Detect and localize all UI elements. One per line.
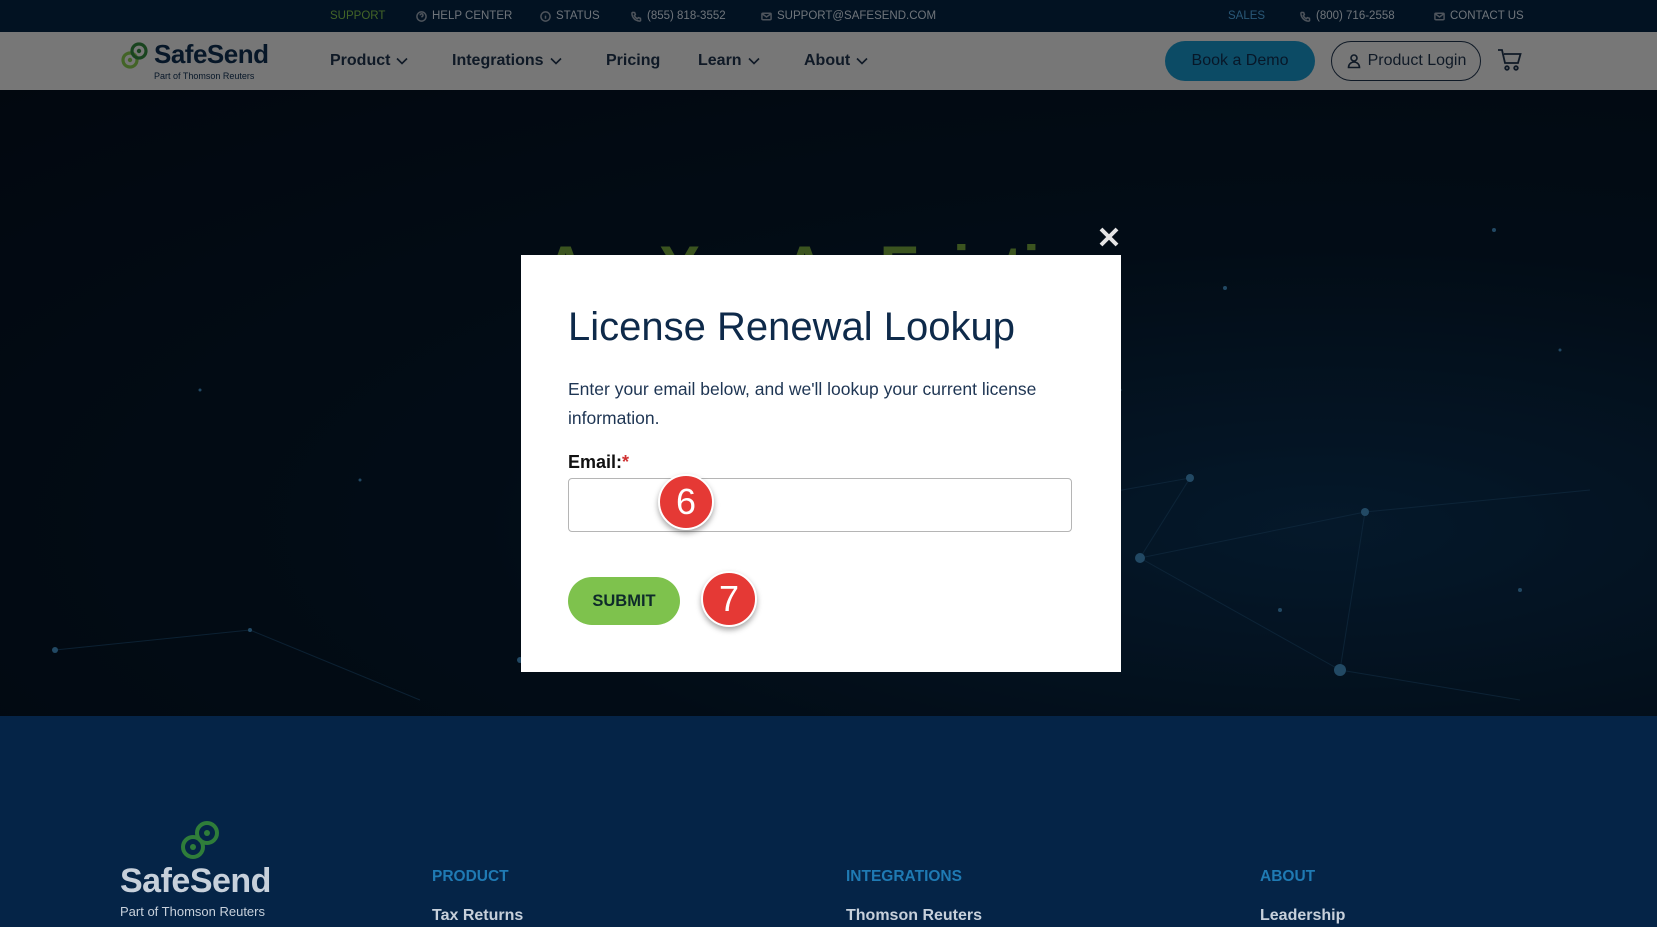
step-6-badge: 6	[658, 474, 714, 530]
modal-close-button[interactable]	[1096, 224, 1122, 250]
footer-logo-wordmark: SafeSend	[120, 862, 271, 900]
email-field-label: Email:*	[568, 452, 629, 473]
close-icon	[1099, 227, 1119, 247]
required-marker: *	[622, 452, 630, 472]
footer-logo-subtitle: Part of Thomson Reuters	[120, 904, 265, 919]
footer-link-leadership[interactable]: Leadership	[1260, 907, 1345, 925]
footer-col-about-heading: ABOUT	[1260, 868, 1316, 885]
email-input[interactable]	[568, 478, 1072, 532]
footer-col-integrations-heading: INTEGRATIONS	[846, 868, 962, 885]
license-renewal-modal: License Renewal Lookup Enter your email …	[521, 255, 1121, 672]
footer-link-thomson-reuters[interactable]: Thomson Reuters	[846, 907, 982, 925]
footer-logo: SafeSend Part of Thomson Reuters	[120, 818, 280, 919]
site-footer: SafeSend Part of Thomson Reuters PRODUCT…	[0, 716, 1657, 927]
step-7-badge: 7	[701, 571, 757, 627]
modal-description: Enter your email below, and we'll lookup…	[568, 379, 1037, 428]
email-label-text: Email:	[568, 452, 623, 472]
submit-button[interactable]: SUBMIT	[568, 577, 680, 625]
modal-title: License Renewal Lookup	[568, 305, 1015, 349]
footer-col-product-heading: PRODUCT	[432, 868, 509, 885]
safesend-mark-icon	[181, 821, 219, 859]
footer-link-tax-returns[interactable]: Tax Returns	[432, 907, 523, 925]
